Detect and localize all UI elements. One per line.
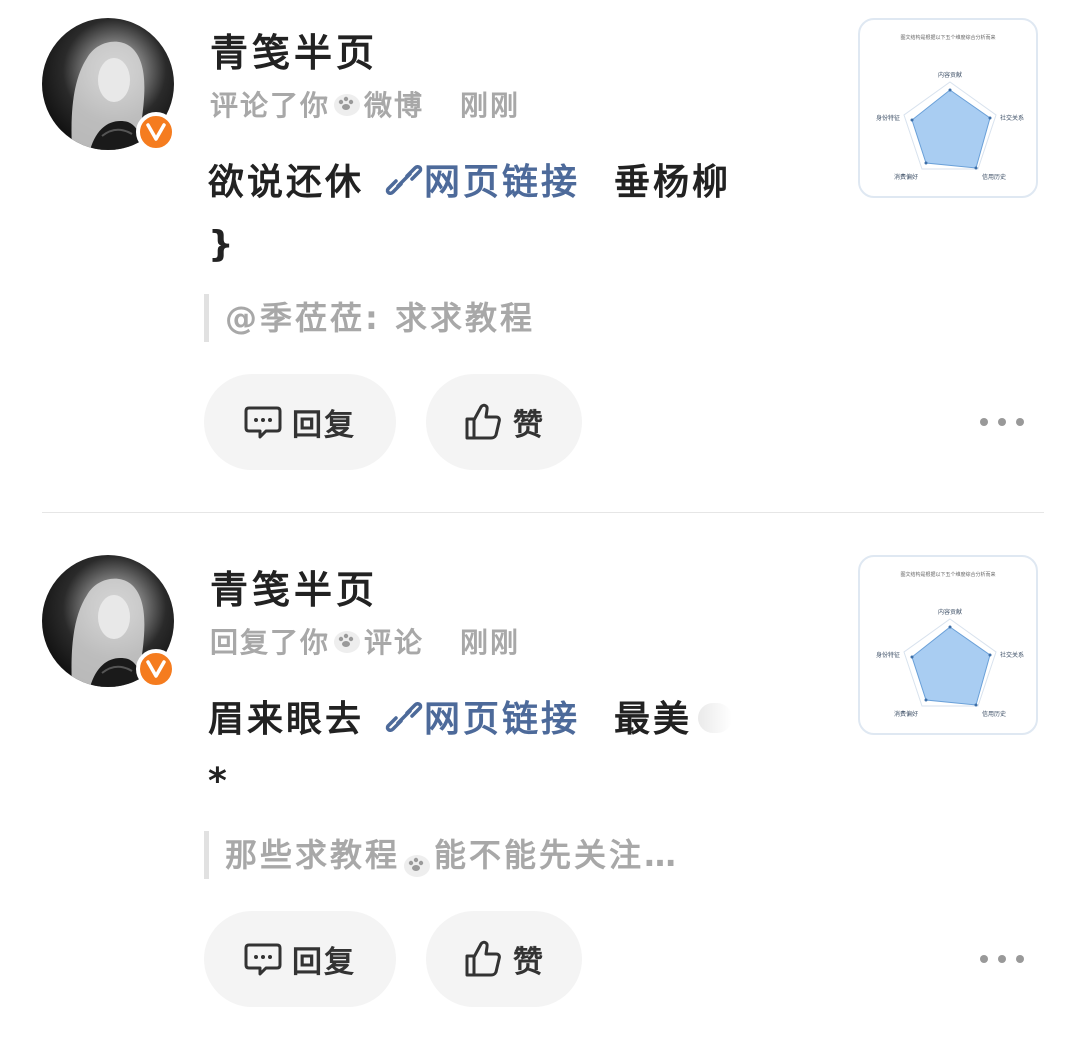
faded-emoji-icon <box>698 703 733 733</box>
verified-badge-icon <box>136 112 176 152</box>
comment-meta: 回复了你 评论 刚刚 <box>210 621 520 661</box>
action-text: 回复了你 <box>210 626 331 659</box>
web-link[interactable]: 网页链接 <box>424 699 580 740</box>
comment-bubble-icon <box>244 406 282 439</box>
radar-chart-thumbnail: 内容贡献 社交关系 信用历史 消费偏好 身份特征 <box>876 71 1024 181</box>
radar-label: 内容贡献 <box>938 71 962 79</box>
reply-button[interactable]: 回复 <box>204 374 396 470</box>
like-button[interactable]: 赞 <box>426 374 582 470</box>
quoted-comment[interactable]: 那些求教程 能不能先关注… <box>204 831 679 879</box>
action-target[interactable]: 微博 <box>364 84 424 124</box>
timestamp: 刚刚 <box>460 89 521 122</box>
username[interactable]: 青笺半页 <box>210 22 378 77</box>
web-link[interactable]: 网页链接 <box>424 162 580 203</box>
comment-text: 欲说还休 网页链接 垂杨柳 } <box>208 152 768 276</box>
comment-card[interactable]: 青笺半页 回复了你 评论 刚刚 眉来眼去 网页链接 最美 * 那些求教程 能不能先关… <box>0 537 1080 1037</box>
link-chain-icon[interactable] <box>384 156 424 195</box>
paw-emoji-icon <box>332 628 362 654</box>
like-label: 赞 <box>513 408 545 443</box>
radar-label: 消费偏好 <box>894 173 918 181</box>
radar-label: 信用历史 <box>982 710 1006 718</box>
radar-label: 社交关系 <box>1000 114 1024 122</box>
quoted-comment[interactable]: @季莅莅: 求求教程 <box>204 294 535 342</box>
avatar[interactable] <box>42 555 176 689</box>
link-chain-icon[interactable] <box>384 693 424 732</box>
text-segment: 最美 <box>614 699 693 740</box>
timestamp: 刚刚 <box>460 626 521 659</box>
card-divider <box>42 512 1044 513</box>
more-options-icon[interactable] <box>980 412 1024 432</box>
comment-meta: 评论了你 微博 刚刚 <box>210 84 520 124</box>
radar-label: 内容贡献 <box>938 608 962 616</box>
radar-label: 社交关系 <box>1000 651 1024 659</box>
avatar[interactable] <box>42 18 176 152</box>
like-label: 赞 <box>513 945 545 980</box>
action-target[interactable]: 评论 <box>364 621 424 661</box>
comment-card[interactable]: 青笺半页 评论了你 微博 刚刚 欲说还休 网页链接 垂杨柳 } @季莅莅: 求求教程… <box>0 0 1080 512</box>
text-segment: * <box>208 761 230 802</box>
like-button[interactable]: 赞 <box>426 911 582 1007</box>
paw-emoji-icon <box>332 91 362 117</box>
radar-label: 身份特征 <box>876 651 900 659</box>
comment-bubble-icon <box>244 943 282 976</box>
radar-chart-thumbnail: 内容贡献 社交关系 信用历史 消费偏好 身份特征 <box>876 608 1024 718</box>
thumbs-up-icon <box>465 940 501 977</box>
radar-label: 身份特征 <box>876 114 900 122</box>
radar-label: 消费偏好 <box>894 710 918 718</box>
more-options-icon[interactable] <box>980 949 1024 969</box>
comment-text: 眉来眼去 网页链接 最美 * <box>208 689 768 813</box>
verified-badge-icon <box>136 649 176 689</box>
thumbs-up-icon <box>465 403 501 440</box>
quote-text: 那些求教程 <box>225 836 401 874</box>
reply-label: 回复 <box>292 945 356 980</box>
post-thumbnail[interactable]: 图文结构是根据以下五个维度综合分析而来 内容贡献 社交关系 信用历史 消费偏好 … <box>858 18 1038 198</box>
radar-label: 信用历史 <box>982 173 1006 181</box>
quote-text: @季莅莅: 求求教程 <box>225 299 535 337</box>
action-text: 评论了你 <box>210 89 331 122</box>
post-thumbnail[interactable]: 图文结构是根据以下五个维度综合分析而来 内容贡献 社交关系 信用历史 消费偏好 … <box>858 555 1038 735</box>
text-segment: 眉来眼去 <box>208 699 365 740</box>
username[interactable]: 青笺半页 <box>210 559 378 614</box>
quote-text: 能不能先关注… <box>434 836 680 874</box>
reply-button[interactable]: 回复 <box>204 911 396 1007</box>
reply-label: 回复 <box>292 408 356 443</box>
paw-emoji-icon <box>402 842 432 877</box>
text-segment: 欲说还休 <box>208 162 365 203</box>
